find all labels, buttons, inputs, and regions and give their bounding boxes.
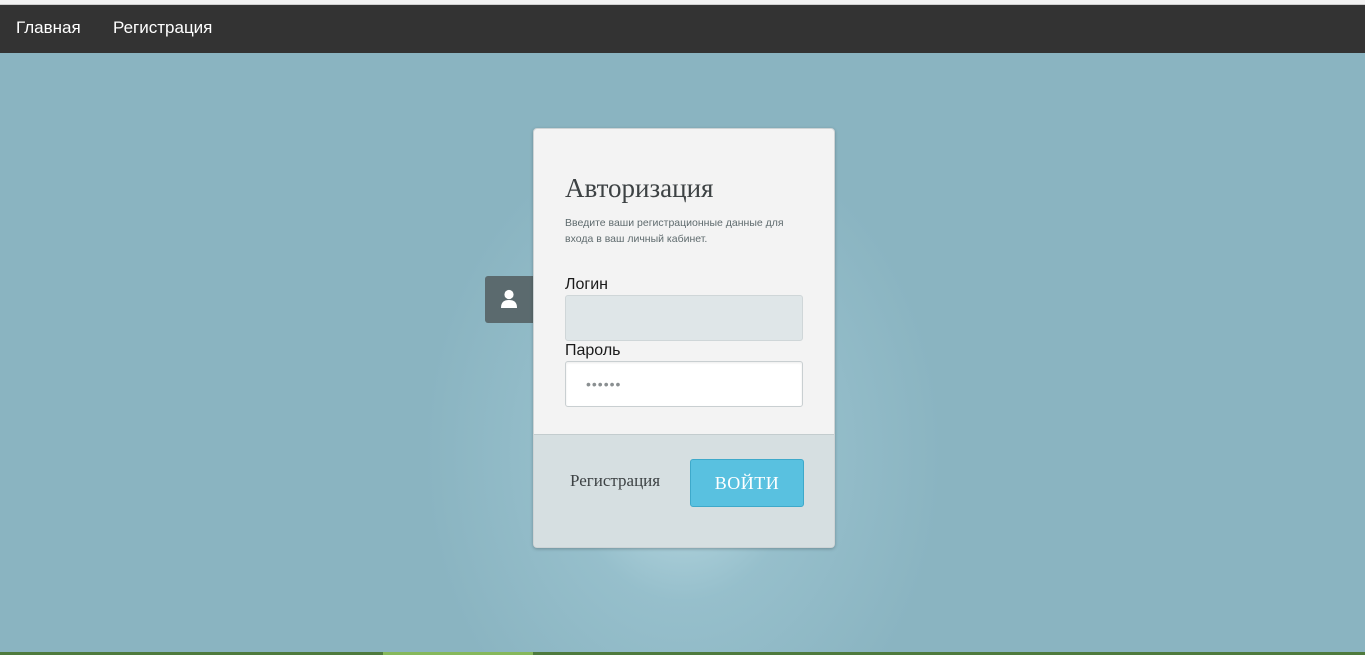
nav-register-link[interactable]: Регистрация <box>113 5 212 53</box>
nav-home-link[interactable]: Главная <box>16 5 81 53</box>
login-card-footer: Регистрация ВОЙТИ <box>534 434 834 547</box>
password-input[interactable] <box>565 361 803 407</box>
login-input[interactable] <box>565 295 803 341</box>
login-button[interactable]: ВОЙТИ <box>690 459 804 507</box>
register-link[interactable]: Регистрация <box>570 471 660 491</box>
login-subtitle: Введите ваши регистрационные данные для … <box>565 217 784 245</box>
user-icon <box>501 289 517 308</box>
password-label: Пароль <box>565 342 621 359</box>
login-title: Авторизация <box>565 173 714 203</box>
login-label: Логин <box>565 276 609 293</box>
top-navbar: Главная Регистрация <box>0 5 1365 53</box>
login-card: Авторизация Введите ваши регистрационные… <box>533 128 835 548</box>
user-tab <box>485 276 533 323</box>
